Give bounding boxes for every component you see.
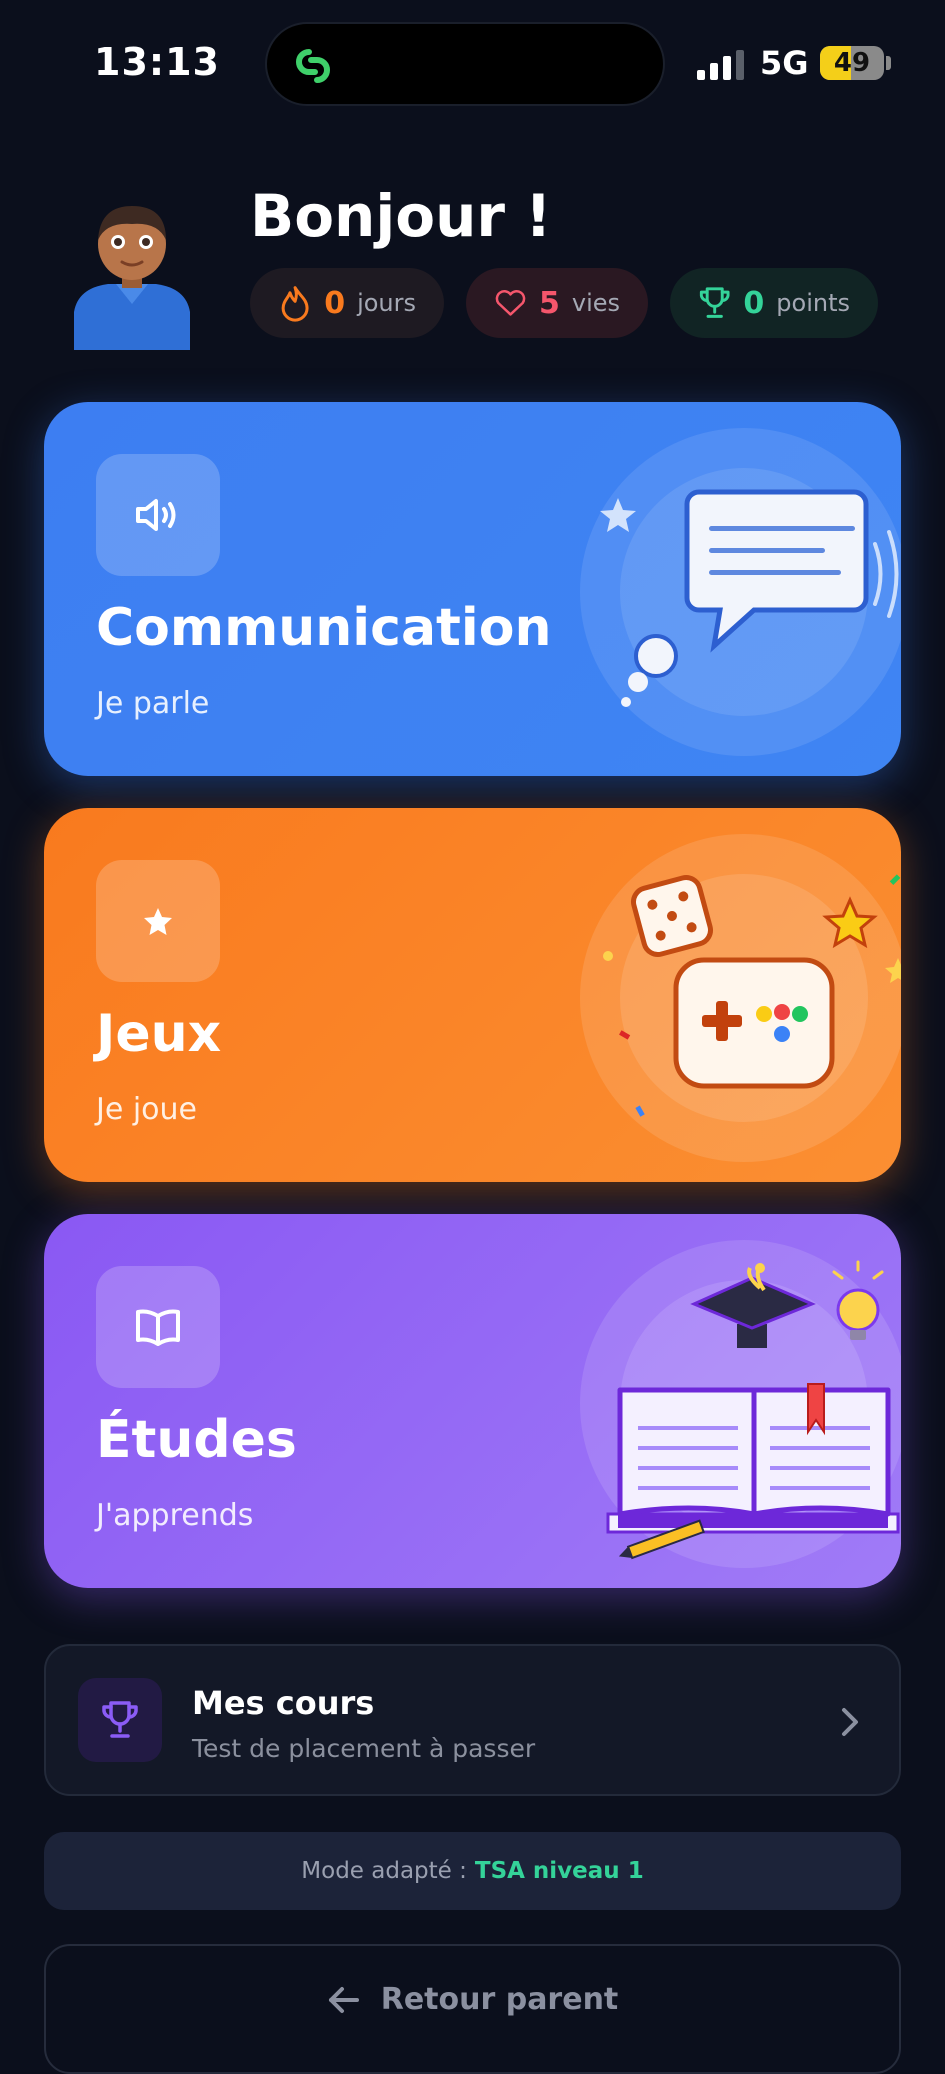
card-subtitle: Je joue — [96, 1092, 198, 1127]
game-controller-icon — [580, 834, 901, 1162]
card-title: Jeux — [96, 1004, 222, 1064]
lives-value: 5 — [538, 285, 560, 321]
card-subtitle: J'apprends — [96, 1498, 254, 1533]
dynamic-island — [265, 22, 665, 106]
streak-value: 0 — [324, 285, 346, 321]
communication-card[interactable]: Communication Je parle — [44, 402, 901, 776]
my-courses-row[interactable]: Mes cours Test de placement à passer — [44, 1644, 901, 1796]
back-to-parent-button[interactable]: Retour parent — [44, 1944, 901, 2074]
heart-icon — [495, 290, 526, 316]
card-title: Communication — [96, 598, 552, 658]
avatar[interactable] — [70, 200, 194, 350]
trophy-icon — [699, 287, 730, 318]
book-icon — [96, 1266, 220, 1388]
battery-level: 49 — [833, 48, 871, 78]
card-title: Études — [96, 1410, 297, 1470]
network-label: 5G — [760, 44, 809, 82]
star-icon — [96, 860, 220, 982]
graduation-book-icon — [580, 1240, 901, 1568]
battery-icon: 49 — [820, 46, 884, 80]
back-button-label: Retour parent — [380, 1982, 619, 2017]
trophy-icon — [78, 1678, 162, 1762]
mode-value: TSA niveau 1 — [474, 1858, 644, 1884]
chevron-right-icon — [842, 1708, 858, 1736]
points-value: 0 — [743, 285, 765, 321]
courses-title: Mes cours — [192, 1684, 375, 1722]
signal-icon — [697, 50, 744, 80]
games-card[interactable]: Jeux Je joue — [44, 808, 901, 1182]
streak-badge[interactable]: 0 jours — [250, 268, 444, 338]
mode-banner: Mode adapté : TSA niveau 1 — [44, 1832, 901, 1910]
speaker-icon — [96, 454, 220, 576]
streak-label: jours — [357, 289, 416, 317]
mode-label: Mode adapté : — [301, 1858, 467, 1884]
points-label: points — [776, 289, 850, 317]
speech-bubble-icon — [580, 428, 901, 756]
lives-badge[interactable]: 5 vies — [466, 268, 648, 338]
greeting-title: Bonjour ! — [250, 182, 552, 250]
studies-card[interactable]: Études J'apprends — [44, 1214, 901, 1588]
lives-label: vies — [571, 289, 620, 317]
courses-subtitle: Test de placement à passer — [192, 1734, 536, 1763]
link-app-icon — [296, 49, 330, 83]
status-time: 13:13 — [94, 40, 220, 84]
card-subtitle: Je parle — [96, 686, 210, 721]
points-badge[interactable]: 0 points — [670, 268, 878, 338]
flame-icon — [281, 286, 309, 322]
arrow-left-icon — [328, 1986, 359, 2013]
